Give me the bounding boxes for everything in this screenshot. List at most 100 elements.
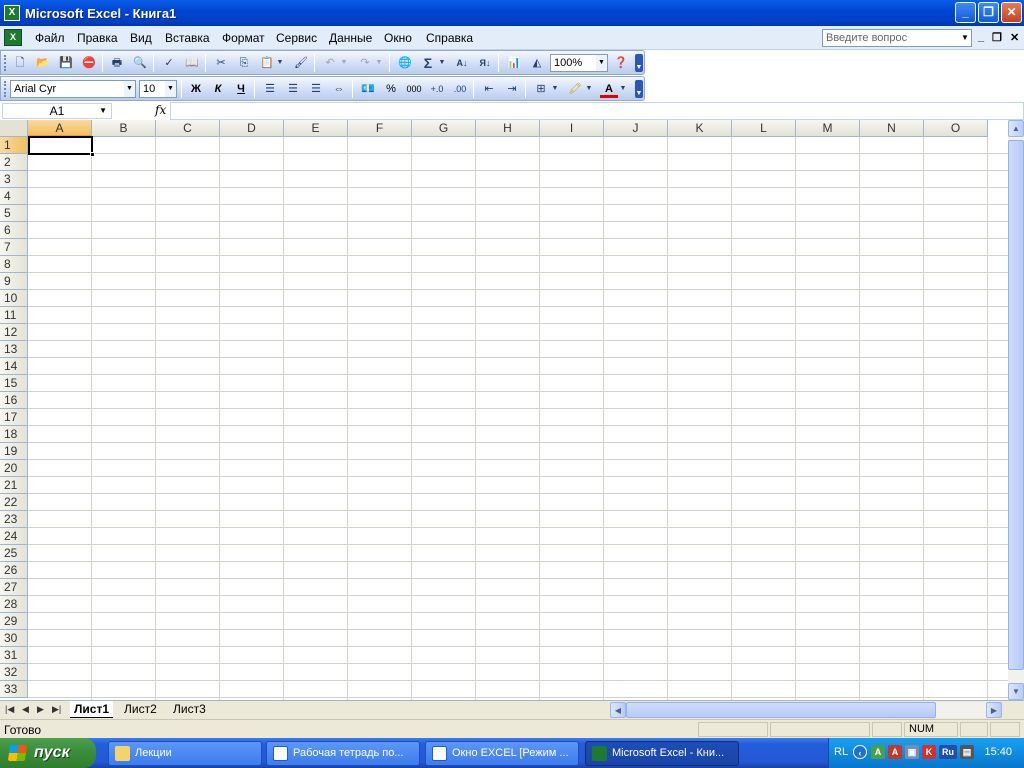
- chevron-down-icon[interactable]: ▼: [437, 54, 447, 72]
- task-lectures[interactable]: Лекции: [108, 741, 262, 766]
- excel-icon[interactable]: X: [4, 5, 20, 21]
- print-preview-icon[interactable]: 🔍: [131, 54, 149, 72]
- row-header[interactable]: 21: [0, 477, 28, 494]
- sheet-tab-3[interactable]: Лист3: [169, 701, 210, 718]
- row-header[interactable]: 26: [0, 562, 28, 579]
- task-workbook-doc[interactable]: Рабочая тетрадь по...: [266, 741, 420, 766]
- hyperlink-icon[interactable]: 🌐: [396, 54, 414, 72]
- ask-question-input[interactable]: Введите вопрос ▼: [822, 29, 972, 47]
- toolbar-options-icon[interactable]: ▼: [635, 54, 643, 72]
- font-size-select[interactable]: 10 ▼: [139, 80, 177, 98]
- autosum-icon[interactable]: Σ: [419, 54, 437, 72]
- toolbar-options-icon[interactable]: ▼: [635, 80, 643, 98]
- align-left-icon[interactable]: ☰: [261, 80, 279, 98]
- undo-icon[interactable]: ↶: [321, 54, 339, 72]
- paste-icon[interactable]: 📋: [258, 54, 276, 72]
- sort-ascending-icon[interactable]: A↓: [453, 54, 471, 72]
- save-icon[interactable]: 💾: [57, 54, 75, 72]
- increase-indent-icon[interactable]: ⇥: [503, 80, 521, 98]
- currency-icon[interactable]: 💶: [359, 80, 377, 98]
- row-header[interactable]: 5: [0, 205, 28, 222]
- row-header[interactable]: 1: [0, 137, 28, 154]
- row-header[interactable]: 17: [0, 409, 28, 426]
- menu-tools[interactable]: Сервис: [276, 31, 317, 45]
- chevron-down-icon[interactable]: ▼: [124, 81, 135, 97]
- menu-help[interactable]: Справка: [426, 31, 473, 45]
- chevron-down-icon[interactable]: ▼: [339, 54, 349, 72]
- cut-icon[interactable]: ✂: [212, 54, 230, 72]
- column-header[interactable]: L: [732, 120, 796, 137]
- chevron-down-icon[interactable]: ▼: [596, 55, 607, 71]
- font-select[interactable]: Arial Cyr ▼: [10, 80, 136, 98]
- row-header[interactable]: 3: [0, 171, 28, 188]
- row-header[interactable]: 30: [0, 630, 28, 647]
- column-header[interactable]: I: [540, 120, 604, 137]
- select-all-button[interactable]: [0, 120, 28, 137]
- column-header[interactable]: M: [796, 120, 860, 137]
- menu-data[interactable]: Данные: [329, 31, 372, 45]
- cells-area[interactable]: [28, 137, 1008, 700]
- decrease-decimal-icon[interactable]: .00: [451, 80, 469, 98]
- next-sheet-icon[interactable]: ▶: [37, 704, 44, 715]
- column-header[interactable]: F: [348, 120, 412, 137]
- doc-minimize-button[interactable]: _: [978, 31, 984, 43]
- column-header[interactable]: K: [668, 120, 732, 137]
- restore-button[interactable]: ❐: [978, 2, 999, 23]
- column-header[interactable]: C: [156, 120, 220, 137]
- minimize-button[interactable]: _: [955, 2, 976, 23]
- row-header[interactable]: 22: [0, 494, 28, 511]
- vertical-scroll-thumb[interactable]: [1008, 140, 1024, 670]
- formula-input[interactable]: [170, 102, 1024, 120]
- print-icon[interactable]: 🖶: [108, 54, 126, 72]
- column-header[interactable]: A: [28, 120, 92, 137]
- toolbar-grip[interactable]: [4, 81, 7, 97]
- merge-center-icon[interactable]: ⇔: [330, 80, 348, 98]
- row-header[interactable]: 15: [0, 375, 28, 392]
- doc-close-button[interactable]: ✕: [1010, 31, 1019, 44]
- column-header[interactable]: J: [604, 120, 668, 137]
- research-icon[interactable]: 📖: [183, 54, 201, 72]
- start-button[interactable]: пуск: [0, 738, 96, 768]
- row-header[interactable]: 12: [0, 324, 28, 341]
- align-center-icon[interactable]: ☰: [284, 80, 302, 98]
- row-header[interactable]: 25: [0, 545, 28, 562]
- chevron-down-icon[interactable]: ▼: [959, 30, 971, 46]
- fill-color-icon[interactable]: 🖍: [566, 80, 584, 98]
- name-box[interactable]: A1 ▼: [2, 103, 112, 119]
- column-header[interactable]: H: [476, 120, 540, 137]
- sort-descending-icon[interactable]: Я↓: [476, 54, 494, 72]
- menu-view[interactable]: Вид: [130, 31, 152, 45]
- new-icon[interactable]: 🗋: [11, 54, 29, 72]
- column-header[interactable]: O: [924, 120, 988, 137]
- row-header[interactable]: 32: [0, 664, 28, 681]
- help-icon[interactable]: ❓: [612, 54, 630, 72]
- menu-window[interactable]: Окно: [384, 31, 412, 45]
- copy-icon[interactable]: ⎘: [235, 54, 253, 72]
- increase-decimal-icon[interactable]: +.0: [428, 80, 446, 98]
- task-excel-window-doc[interactable]: Окно EXCEL [Режим ...: [425, 741, 579, 766]
- toolbar-grip[interactable]: [4, 55, 7, 71]
- row-header[interactable]: 33: [0, 681, 28, 698]
- acrobat-icon[interactable]: A: [888, 745, 902, 759]
- row-header[interactable]: 28: [0, 596, 28, 613]
- menu-insert[interactable]: Вставка: [165, 31, 210, 45]
- fill-handle[interactable]: [90, 152, 95, 157]
- chevron-down-icon[interactable]: ▼: [99, 104, 107, 118]
- chevron-down-icon[interactable]: ▼: [584, 80, 594, 98]
- sheet-tab-2[interactable]: Лист2: [120, 701, 161, 718]
- row-header[interactable]: 27: [0, 579, 28, 596]
- row-header[interactable]: 6: [0, 222, 28, 239]
- redo-icon[interactable]: ↷: [356, 54, 374, 72]
- column-header[interactable]: B: [92, 120, 156, 137]
- show-hidden-icons-icon[interactable]: ‹: [853, 745, 867, 759]
- scroll-left-icon[interactable]: ◀: [610, 702, 626, 718]
- decrease-indent-icon[interactable]: ⇤: [480, 80, 498, 98]
- prev-sheet-icon[interactable]: ◀: [22, 704, 29, 715]
- row-header[interactable]: 9: [0, 273, 28, 290]
- task-excel[interactable]: Microsoft Excel - Кни...: [585, 741, 739, 766]
- font-color-icon[interactable]: A: [600, 80, 618, 98]
- menu-format[interactable]: Формат: [222, 31, 265, 45]
- chevron-down-icon[interactable]: ▼: [550, 80, 560, 98]
- column-header[interactable]: E: [284, 120, 348, 137]
- row-header[interactable]: 2: [0, 154, 28, 171]
